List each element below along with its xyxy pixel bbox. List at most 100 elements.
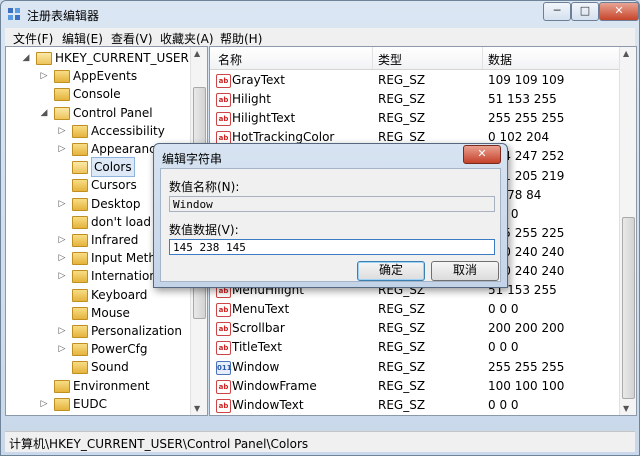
value-data: 255 255 255 bbox=[488, 359, 565, 374]
value-type: REG_SZ bbox=[378, 378, 426, 393]
maximize-button[interactable]: □ bbox=[571, 2, 599, 21]
tree-expander-icon[interactable]: ▷ bbox=[58, 140, 66, 158]
tree-item-label: Keyboard bbox=[91, 287, 148, 302]
tree-item-label: Cursors bbox=[91, 178, 137, 193]
dialog-body: 数值名称(N): Window 数值数据(V): 145 238 145 确定 … bbox=[160, 168, 501, 282]
tree-item[interactable]: Mouse bbox=[6, 304, 191, 322]
value-name: WindowText bbox=[232, 397, 304, 412]
tree-expander-icon[interactable]: ▷ bbox=[58, 340, 66, 358]
tree-expander-icon[interactable]: ▷ bbox=[58, 249, 66, 267]
value-type: REG_SZ bbox=[378, 321, 426, 336]
value-row[interactable]: ab GrayText REG_SZ 109 109 109 bbox=[210, 71, 620, 90]
edit-string-dialog: 编辑字符串 ✕ 数值名称(N): Window 数值数据(V): 145 238… bbox=[153, 143, 508, 288]
value-type: REG_SZ bbox=[378, 340, 426, 355]
value-row[interactable]: 011 Window REG_SZ 255 255 255 bbox=[210, 358, 620, 377]
folder-icon bbox=[72, 234, 88, 247]
folder-icon bbox=[72, 325, 88, 338]
menu-favorites[interactable]: 收藏夹(A) bbox=[160, 30, 214, 47]
value-name: Window bbox=[232, 359, 280, 374]
value-name: HilightText bbox=[232, 111, 296, 126]
folder-icon bbox=[54, 88, 70, 102]
tree-item-label: Accessibility bbox=[91, 123, 165, 138]
column-separator[interactable] bbox=[482, 47, 483, 69]
value-name: Scrollbar bbox=[232, 321, 285, 336]
tree-item-label: Control Panel bbox=[73, 105, 153, 120]
folder-icon bbox=[72, 215, 88, 229]
value-row[interactable]: ab Scrollbar REG_SZ 200 200 200 bbox=[210, 319, 620, 338]
tree-item[interactable]: Keyboard bbox=[6, 286, 191, 304]
column-name[interactable]: 名称 bbox=[218, 51, 242, 68]
close-button[interactable]: ✕ bbox=[599, 2, 639, 21]
binary-value-icon: 011 bbox=[216, 360, 232, 375]
tree-expander-icon[interactable]: ◢ bbox=[40, 104, 48, 122]
value-row[interactable]: ab HilightText REG_SZ 255 255 255 bbox=[210, 109, 620, 128]
value-type: REG_SZ bbox=[378, 111, 426, 126]
tree-item-label: Sound bbox=[91, 360, 129, 375]
column-type[interactable]: 类型 bbox=[378, 51, 402, 68]
tree-item[interactable]: Environment bbox=[6, 377, 191, 395]
tree-item[interactable]: Sound bbox=[6, 358, 191, 376]
value-data-input[interactable]: 145 238 145 bbox=[169, 239, 495, 255]
value-row[interactable]: ab WindowFrame REG_SZ 100 100 100 bbox=[210, 377, 620, 396]
tree-expander-icon[interactable]: ▷ bbox=[58, 231, 66, 249]
cancel-button[interactable]: 取消 bbox=[431, 261, 499, 281]
value-row[interactable]: ab WindowText REG_SZ 0 0 0 bbox=[210, 396, 620, 415]
value-row[interactable]: ab TitleText REG_SZ 0 0 0 bbox=[210, 338, 620, 357]
list-scroll-thumb[interactable] bbox=[622, 217, 635, 399]
tree-item-label: Mouse bbox=[91, 305, 130, 320]
tree-expander-icon[interactable]: ◢ bbox=[22, 49, 30, 67]
tree-expander-icon[interactable]: ▷ bbox=[58, 267, 66, 285]
scroll-down-arrow-icon[interactable]: ▼ bbox=[194, 404, 200, 413]
tree-expander-icon[interactable]: ▷ bbox=[58, 322, 66, 340]
folder-icon bbox=[72, 361, 88, 375]
folder-icon bbox=[72, 161, 88, 175]
value-name-field: Window bbox=[169, 196, 495, 212]
menu-view[interactable]: 查看(V) bbox=[111, 30, 153, 47]
string-value-icon: ab bbox=[216, 379, 231, 394]
scroll-up-arrow-icon[interactable]: ▲ bbox=[194, 49, 200, 58]
scroll-up-arrow-icon[interactable]: ▲ bbox=[623, 49, 629, 58]
menu-file[interactable]: 文件(F) bbox=[13, 30, 53, 47]
tree-expander-icon[interactable]: ▷ bbox=[40, 395, 48, 413]
menu-help[interactable]: 帮助(H) bbox=[220, 30, 262, 47]
tree-item-label: Colors bbox=[91, 157, 135, 178]
value-row[interactable]: ab Hilight REG_SZ 51 153 255 bbox=[210, 90, 620, 109]
folder-icon bbox=[72, 306, 88, 320]
title-bar[interactable]: 注册表编辑器 ─ □ ✕ bbox=[1, 1, 639, 27]
string-value-icon: ab bbox=[216, 303, 231, 318]
dialog-close-button[interactable]: ✕ bbox=[463, 145, 501, 164]
column-header: 名称 类型 数据 bbox=[210, 47, 620, 70]
ok-button[interactable]: 确定 bbox=[357, 261, 425, 281]
status-bar: 计算机\HKEY_CURRENT_USER\Control Panel\Colo… bbox=[5, 431, 635, 452]
tree-item[interactable]: Console bbox=[6, 85, 191, 103]
tree-item[interactable]: ◢ HKEY_CURRENT_USER bbox=[6, 49, 191, 67]
tree-item-label: AppEvents bbox=[73, 69, 138, 84]
tree-item[interactable]: ▷ PowerCfg bbox=[6, 340, 191, 358]
regedit-app-icon bbox=[8, 8, 20, 20]
scroll-down-arrow-icon[interactable]: ▼ bbox=[623, 404, 629, 413]
value-name: MenuText bbox=[232, 302, 290, 317]
folder-icon bbox=[72, 288, 88, 302]
tree-item[interactable]: ▷ EUDC bbox=[6, 395, 191, 413]
tree-item-label: Desktop bbox=[91, 196, 141, 211]
column-separator[interactable] bbox=[372, 47, 373, 69]
tree-item[interactable]: ▷ Personalization bbox=[6, 322, 191, 340]
minimize-button[interactable]: ─ bbox=[543, 2, 571, 21]
tree-item[interactable]: ◢ Control Panel bbox=[6, 104, 191, 122]
tree-expander-icon[interactable]: ▷ bbox=[58, 195, 66, 213]
tree-item[interactable]: ▷ Accessibility bbox=[6, 122, 191, 140]
value-row[interactable]: ab MenuText REG_SZ 0 0 0 bbox=[210, 300, 620, 319]
column-data[interactable]: 数据 bbox=[488, 51, 512, 68]
folder-icon bbox=[72, 270, 88, 284]
tree-item[interactable]: ▷ AppEvents bbox=[6, 67, 191, 85]
value-name-label: 数值名称(N): bbox=[169, 180, 240, 194]
value-data: 0 0 0 bbox=[488, 340, 519, 355]
tree-expander-icon[interactable]: ▷ bbox=[40, 67, 48, 85]
value-type: REG_SZ bbox=[378, 359, 426, 374]
menu-bar: 文件(F) 编辑(E) 查看(V) 收藏夹(A) 帮助(H) bbox=[5, 28, 635, 46]
string-value-icon: ab bbox=[216, 341, 231, 356]
tree-item-label: HKEY_CURRENT_USER bbox=[55, 51, 189, 65]
tree-expander-icon[interactable]: ▷ bbox=[58, 122, 66, 140]
list-scrollbar[interactable]: ▲ ▼ bbox=[619, 47, 636, 415]
menu-edit[interactable]: 编辑(E) bbox=[62, 30, 103, 47]
